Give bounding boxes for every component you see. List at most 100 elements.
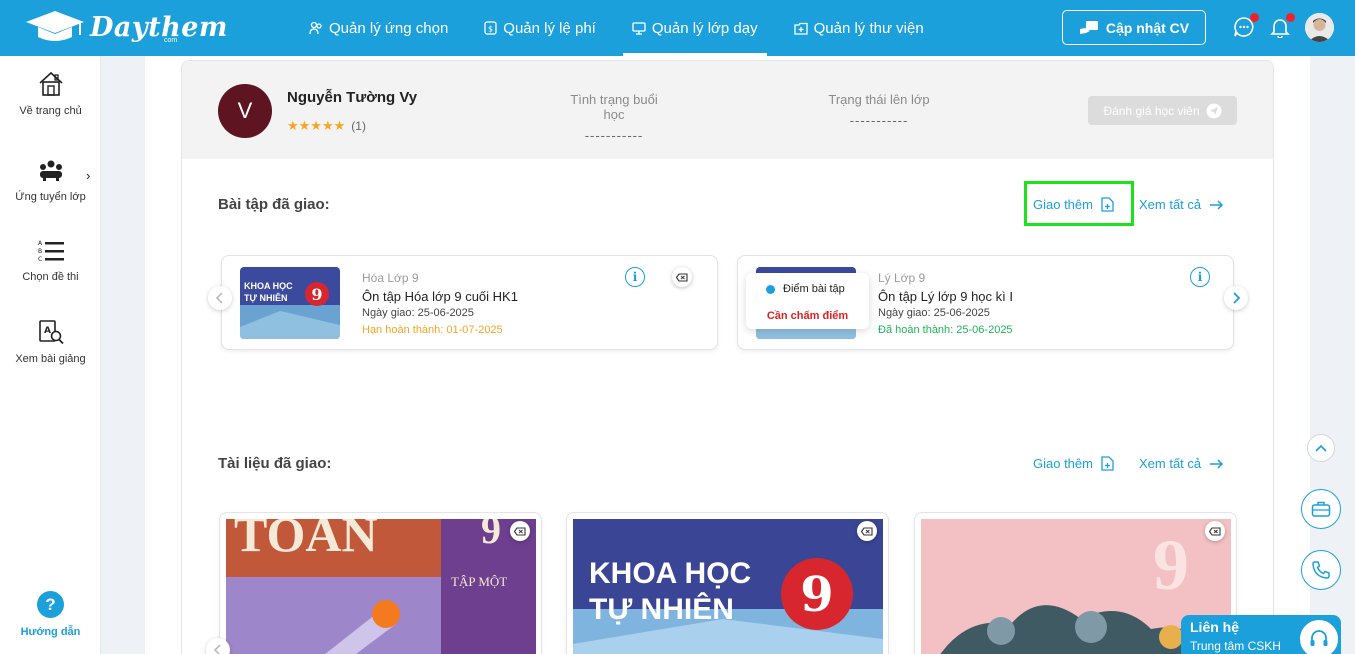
backspace-icon	[861, 526, 873, 536]
backspace-icon	[1209, 526, 1221, 536]
rate-student-button[interactable]: Đánh giá học viên	[1088, 96, 1237, 125]
delete-icon[interactable]	[1205, 521, 1225, 541]
nav-item-candidates[interactable]: Quản lý ứng chọn	[300, 0, 457, 56]
brand-suffix: com	[164, 37, 178, 44]
homework-assigned-date: Ngày giao: 25-06-2025	[362, 307, 474, 319]
users-icon	[309, 21, 322, 35]
student-header: V Nguyễn Tường Vy ★★★★★ (1) Tình trạng bu…	[182, 61, 1273, 159]
student-rating: ★★★★★ (1)	[287, 118, 366, 134]
sidebar: Về trang chủ Ứng tuyển lớp › ABC Chọn đề…	[0, 56, 101, 654]
user-photo-icon	[1305, 13, 1334, 42]
homework-card[interactable]: Điểm bài tập Cần chấm điểm Lý Lớp 9 Ôn t…	[737, 255, 1234, 350]
svg-text:A: A	[44, 326, 51, 336]
notification-dot	[1286, 13, 1295, 22]
carousel-next-button[interactable]	[1224, 286, 1248, 310]
svg-text:$: $	[488, 25, 493, 34]
contact-title: Liên hệ	[1190, 619, 1240, 635]
classroom-icon	[632, 21, 646, 35]
help-button[interactable]: ? Hướng dẫn	[0, 591, 101, 638]
delete-icon[interactable]	[857, 521, 877, 541]
phone-button[interactable]	[1301, 550, 1341, 590]
contact-support-widget[interactable]: Liên hệ Trung tâm CSKH	[1181, 615, 1341, 654]
briefcase-icon	[1311, 501, 1331, 517]
svg-text:TỰ NHIÊN: TỰ NHIÊN	[589, 592, 734, 626]
attendance-label: Trạng thái lên lớp	[828, 92, 930, 107]
session-status-value: -----------	[584, 128, 644, 143]
student-name: Nguyễn Tường Vy	[287, 89, 418, 106]
nav-item-fees[interactable]: $ Quản lý lệ phí	[475, 0, 605, 56]
backspace-icon	[676, 272, 688, 282]
user-avatar[interactable]	[1305, 13, 1334, 42]
svg-text:A: A	[38, 240, 43, 247]
notification-button[interactable]	[1269, 13, 1295, 39]
svg-text:9: 9	[1153, 525, 1189, 605]
top-navbar: Daythem com Quản lý ứng chọn $ Quản lý l…	[0, 0, 1355, 56]
delete-icon[interactable]	[510, 521, 530, 541]
backspace-icon	[514, 526, 526, 536]
document-card[interactable]: KHOA HỌC TỰ NHIÊN 9	[566, 512, 889, 654]
student-detail-card: V Nguyễn Tường Vy ★★★★★ (1) Tình trạng bu…	[181, 60, 1274, 654]
library-icon	[793, 22, 808, 35]
group-icon	[39, 160, 62, 181]
homework-card[interactable]: 9 KHOA HỌC TỰ NHIÊN Hóa Lớp 9 Ôn tập Hóa…	[221, 255, 718, 350]
info-icon[interactable]: i	[1190, 267, 1210, 287]
view-all-homework-link[interactable]: Xem tất cả	[1139, 197, 1224, 212]
attendance-value: -----------	[849, 113, 909, 128]
student-avatar: V	[218, 84, 272, 138]
homework-subject: Lý Lớp 9	[878, 271, 926, 285]
carousel-prev-button[interactable]	[208, 286, 232, 310]
book-cover-math-icon: TOÁN TẬP MỘT 9	[226, 519, 536, 654]
info-icon[interactable]: i	[625, 267, 645, 287]
notification-dot	[1250, 13, 1259, 22]
brand-logo[interactable]: Daythem com	[24, 9, 228, 45]
chat-button[interactable]	[1233, 13, 1259, 38]
session-status: Tình trạng buổi học -----------	[558, 92, 670, 143]
document-cover: TOÁN TẬP MỘT 9	[226, 519, 536, 654]
brand-name: Daythem	[90, 11, 228, 43]
list-abc-icon: ABC	[38, 240, 64, 263]
nav-label: Quản lý lớp dạy	[651, 19, 758, 37]
popup-score-row: Điểm bài tập	[766, 283, 845, 295]
sidebar-item-lectures[interactable]: A Xem bài giảng	[0, 319, 101, 365]
document-cover: KHOA HỌC TỰ NHIÊN 9	[573, 519, 883, 654]
view-all-label: Xem tất cả	[1139, 197, 1202, 212]
svg-text:TỰ NHIÊN: TỰ NHIÊN	[244, 292, 287, 303]
nav-label: Quản lý thư viện	[813, 19, 924, 37]
sidebar-item-exam[interactable]: ABC Chọn đề thi	[0, 239, 101, 283]
add-homework-label: Giao thêm	[1033, 197, 1093, 212]
briefcase-button[interactable]	[1301, 489, 1341, 529]
contact-subtitle: Trung tâm CSKH	[1190, 639, 1281, 653]
scroll-top-button[interactable]	[1307, 434, 1335, 462]
delete-icon[interactable]	[672, 267, 692, 287]
chevron-right-icon	[1233, 292, 1240, 304]
add-homework-button[interactable]: Giao thêm	[1033, 197, 1114, 212]
nav-label: Quản lý lệ phí	[503, 19, 596, 37]
score-dot-icon	[766, 284, 775, 294]
homework-section-title: Bài tập đã giao:	[218, 196, 330, 213]
update-cv-button[interactable]: Cập nhật CV	[1062, 10, 1206, 45]
chevron-right-icon[interactable]: ›	[86, 168, 90, 183]
attendance-status: Trạng thái lên lớp -----------	[827, 92, 931, 128]
svg-text:KHOA HỌC: KHOA HỌC	[589, 557, 751, 590]
svg-text:TẬP MỘT: TẬP MỘT	[451, 574, 507, 589]
sidebar-item-home[interactable]: Về trang chủ	[0, 71, 101, 117]
file-add-icon	[1101, 456, 1114, 471]
chevron-up-icon	[1315, 444, 1327, 452]
main-nav: Quản lý ứng chọn $ Quản lý lệ phí Quản l…	[300, 0, 951, 56]
add-document-button[interactable]: Giao thêm	[1033, 456, 1114, 471]
nav-item-library[interactable]: Quản lý thư viện	[785, 0, 933, 56]
sidebar-item-label: Về trang chủ	[19, 105, 82, 117]
rate-student-label: Đánh giá học viên	[1103, 103, 1200, 118]
svg-text:TOÁN: TOÁN	[234, 519, 378, 562]
nav-item-classes[interactable]: Quản lý lớp dạy	[622, 0, 767, 56]
homework-title: Ôn tập Hóa lớp 9 cuối HK1	[362, 289, 518, 304]
document-card[interactable]: TOÁN TẬP MỘT 9	[219, 512, 542, 654]
popup-needs-grading: Cần chấm điểm	[766, 310, 849, 322]
rating-count: (1)	[351, 119, 366, 133]
nav-label: Quản lý ứng chọn	[329, 19, 449, 37]
chevron-left-icon	[214, 644, 221, 654]
documents-section-title: Tài liệu đã giao:	[218, 455, 332, 472]
score-popup[interactable]: Điểm bài tập Cần chấm điểm	[746, 273, 869, 329]
svg-text:9: 9	[800, 567, 833, 623]
view-all-documents-link[interactable]: Xem tất cả	[1139, 456, 1224, 471]
